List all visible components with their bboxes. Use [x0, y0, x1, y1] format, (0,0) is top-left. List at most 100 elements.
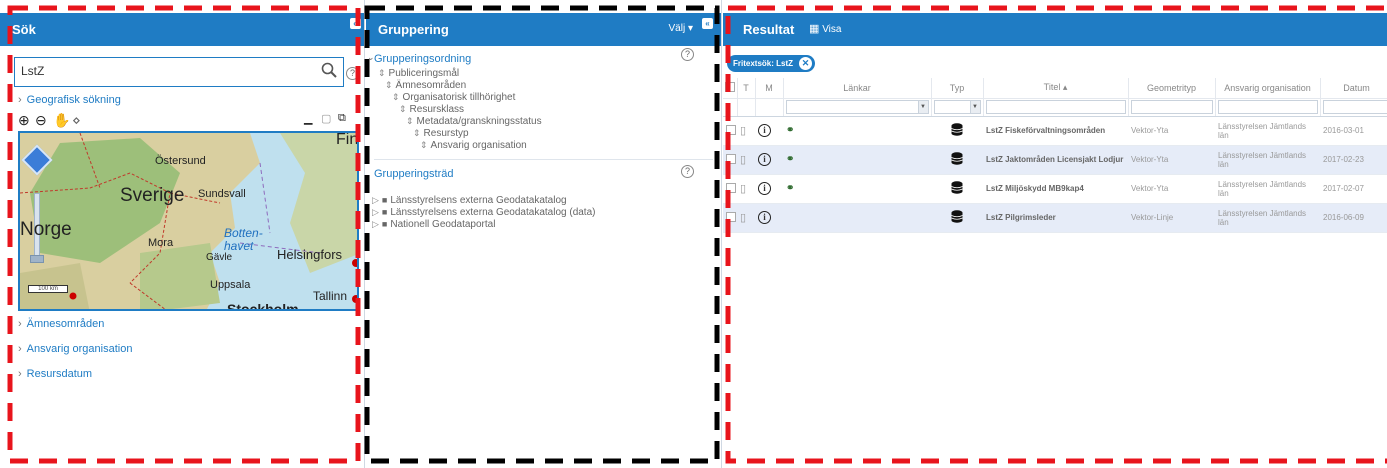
row-title[interactable]: LstZ Jaktområden Licensjakt Lodjur [983, 145, 1128, 175]
search-icon[interactable] [321, 62, 337, 78]
help-icon[interactable]: ? [681, 48, 694, 61]
choose-dropdown[interactable]: Välj ▾ [669, 23, 694, 34]
column-header-links[interactable]: Länkar [783, 78, 932, 99]
checkbox[interactable] [726, 182, 736, 193]
column-header-date[interactable]: Datum [1320, 78, 1387, 99]
row-type-cell [931, 174, 983, 204]
grouping-order-title: Grupperingsordning [374, 53, 472, 65]
geometry-filter[interactable] [1130, 100, 1213, 114]
map-label: Helsingfors [277, 247, 343, 262]
grid-icon: ▦ [809, 23, 820, 35]
filter-cell: ▼ [783, 98, 932, 117]
grouping-order-label: Metadata/granskningsstatus [416, 116, 542, 127]
order-node-icon: ⇕ [406, 116, 414, 126]
grouping-order-item[interactable]: ⇕ Resursklass [399, 104, 464, 115]
close-icon[interactable]: ✕ [799, 57, 813, 70]
chevron-right-icon: › [18, 94, 22, 106]
row-geometry: Vektor-Yta [1128, 174, 1215, 204]
link-icon[interactable]: ⚭ [786, 125, 794, 136]
clipboard-icon[interactable]: ▯ [740, 211, 746, 224]
order-node-icon: ⇕ [420, 140, 428, 150]
link-icon[interactable]: ⚭ [786, 154, 794, 165]
title-filter[interactable] [985, 100, 1126, 114]
column-header-t[interactable]: T [737, 78, 756, 99]
share-icon[interactable]: ⋄ [72, 112, 81, 129]
section-responsible-org[interactable]: › Ansvarig organisation [18, 343, 132, 355]
zoom-slider-handle[interactable] [30, 255, 44, 263]
grouping-order-item[interactable]: ⇕ Metadata/granskningsstatus [406, 116, 542, 127]
column-header-m[interactable]: M [755, 78, 784, 99]
date-filter[interactable] [1322, 100, 1387, 114]
minimize-icon[interactable]: ▁ [304, 112, 312, 125]
chevron-down-icon[interactable]: ▼ [917, 101, 928, 113]
collapse-icon[interactable]: « [350, 18, 361, 29]
grouping-order-label: Resurstyp [423, 128, 469, 139]
help-icon[interactable]: ? [346, 67, 359, 80]
grouping-panel-title: Gruppering [378, 22, 449, 37]
folder-icon: ■ [381, 207, 388, 217]
map-label: Gävle [206, 252, 233, 263]
view-label: Visa [822, 24, 842, 35]
select-all-header[interactable] [723, 78, 738, 99]
clipboard-icon[interactable]: ▯ [740, 182, 746, 195]
column-header-title[interactable]: Titel ▴ [983, 78, 1129, 99]
info-icon[interactable]: i [758, 211, 771, 224]
grouping-order-item[interactable]: ⇕ Organisatorisk tillhörighet [392, 92, 515, 103]
map-label: Mora [148, 237, 174, 249]
grouping-order-item[interactable]: ⇕ Ämnesområden [385, 80, 466, 91]
grouping-order-item[interactable]: ⇕ Resurstyp [413, 128, 469, 139]
section-resource-date[interactable]: › Resursdatum [18, 368, 92, 380]
filter-cell [1215, 98, 1321, 117]
geo-search-toggle[interactable]: › Geografisk sökning [18, 94, 121, 106]
checkbox[interactable] [726, 153, 736, 164]
window-icon[interactable]: ▢ [321, 112, 331, 125]
checkbox[interactable] [726, 211, 736, 222]
filter-tag-label: Fritextsök: LstZ [733, 59, 794, 68]
info-icon[interactable]: i [758, 124, 771, 137]
row-title[interactable]: LstZ Pilgrimsleder [983, 203, 1128, 233]
search-input[interactable] [15, 58, 305, 84]
zoom-in-icon[interactable]: ⊕ [18, 112, 30, 129]
grouping-tree-item[interactable]: ▷ ■ Länsstyrelsens externa Geodatakatalog … [372, 207, 595, 218]
grouping-tree-item[interactable]: ▷ ■ Länsstyrelsens externa Geodatakatalog [372, 195, 567, 206]
column-header-org[interactable]: Ansvarig organisation [1215, 78, 1321, 99]
table-row[interactable]: ▯ i ⚭ LstZ Miljöskydd MB9kap4 Vektor-Yta Läns… [723, 174, 1387, 204]
info-icon[interactable]: i [758, 153, 771, 166]
collapse-icon[interactable]: « [702, 18, 713, 29]
order-node-icon: ⇕ [392, 92, 400, 102]
section-subject-areas[interactable]: › Ämnesområden [18, 318, 104, 330]
grouping-order-item[interactable]: ⇕ Publiceringsmål [378, 68, 459, 79]
grouping-order-label: Publiceringsmål [388, 68, 460, 79]
zoom-out-icon[interactable]: ⊖ [35, 112, 47, 129]
checkbox[interactable] [724, 81, 735, 92]
column-header-type[interactable]: Typ [931, 78, 984, 99]
chevron-down-icon[interactable]: ▼ [969, 101, 980, 113]
row-title[interactable]: LstZ Fiskeförvaltningsområden [983, 116, 1128, 146]
table-row[interactable]: ▯ i ⚭ LstZ Jaktområden Licensjakt Lodjur Vek… [723, 145, 1387, 175]
table-row[interactable]: ▯ i LstZ Pilgrimsleder Vektor-Linje Länsstyr… [723, 203, 1387, 233]
row-select-cell [723, 174, 737, 204]
clipboard-icon[interactable]: ▯ [740, 153, 746, 166]
link-icon[interactable]: ⚭ [786, 183, 794, 194]
row-title[interactable]: LstZ Miljöskydd MB9kap4 [983, 174, 1128, 204]
table-row[interactable]: ▯ i ⚭ LstZ Fiskeförvaltningsområden Vektor-Y… [723, 116, 1387, 146]
grouping-order-item[interactable]: ⇕ Ansvarig organisation [420, 140, 527, 151]
clipboard-icon[interactable]: ▯ [740, 124, 746, 137]
help-icon[interactable]: ? [681, 165, 694, 178]
filter-tag[interactable]: Fritextsök: LstZ ✕ [727, 55, 816, 72]
view-button[interactable]: ▦ Visa [809, 22, 841, 35]
column-header-geometry[interactable]: Geometrityp [1128, 78, 1216, 99]
map-label: Uppsala [210, 279, 251, 291]
grouping-tree-item[interactable]: ▷ ■ Nationell Geodataportal [372, 219, 495, 230]
links-filter[interactable]: ▼ [785, 100, 929, 114]
filter-cell: ▼ [931, 98, 984, 117]
org-filter[interactable] [1217, 100, 1318, 114]
type-filter[interactable]: ▼ [933, 100, 981, 114]
row-links-cell [783, 203, 931, 233]
filter-cell [1320, 98, 1387, 117]
maximize-icon[interactable]: ⧉ [338, 112, 346, 125]
info-icon[interactable]: i [758, 182, 771, 195]
pan-hand-icon[interactable]: ✋ [53, 112, 70, 129]
map-view[interactable]: 100 km Östersund Sverige Sundsvall Norge… [18, 131, 359, 311]
checkbox[interactable] [726, 124, 736, 135]
